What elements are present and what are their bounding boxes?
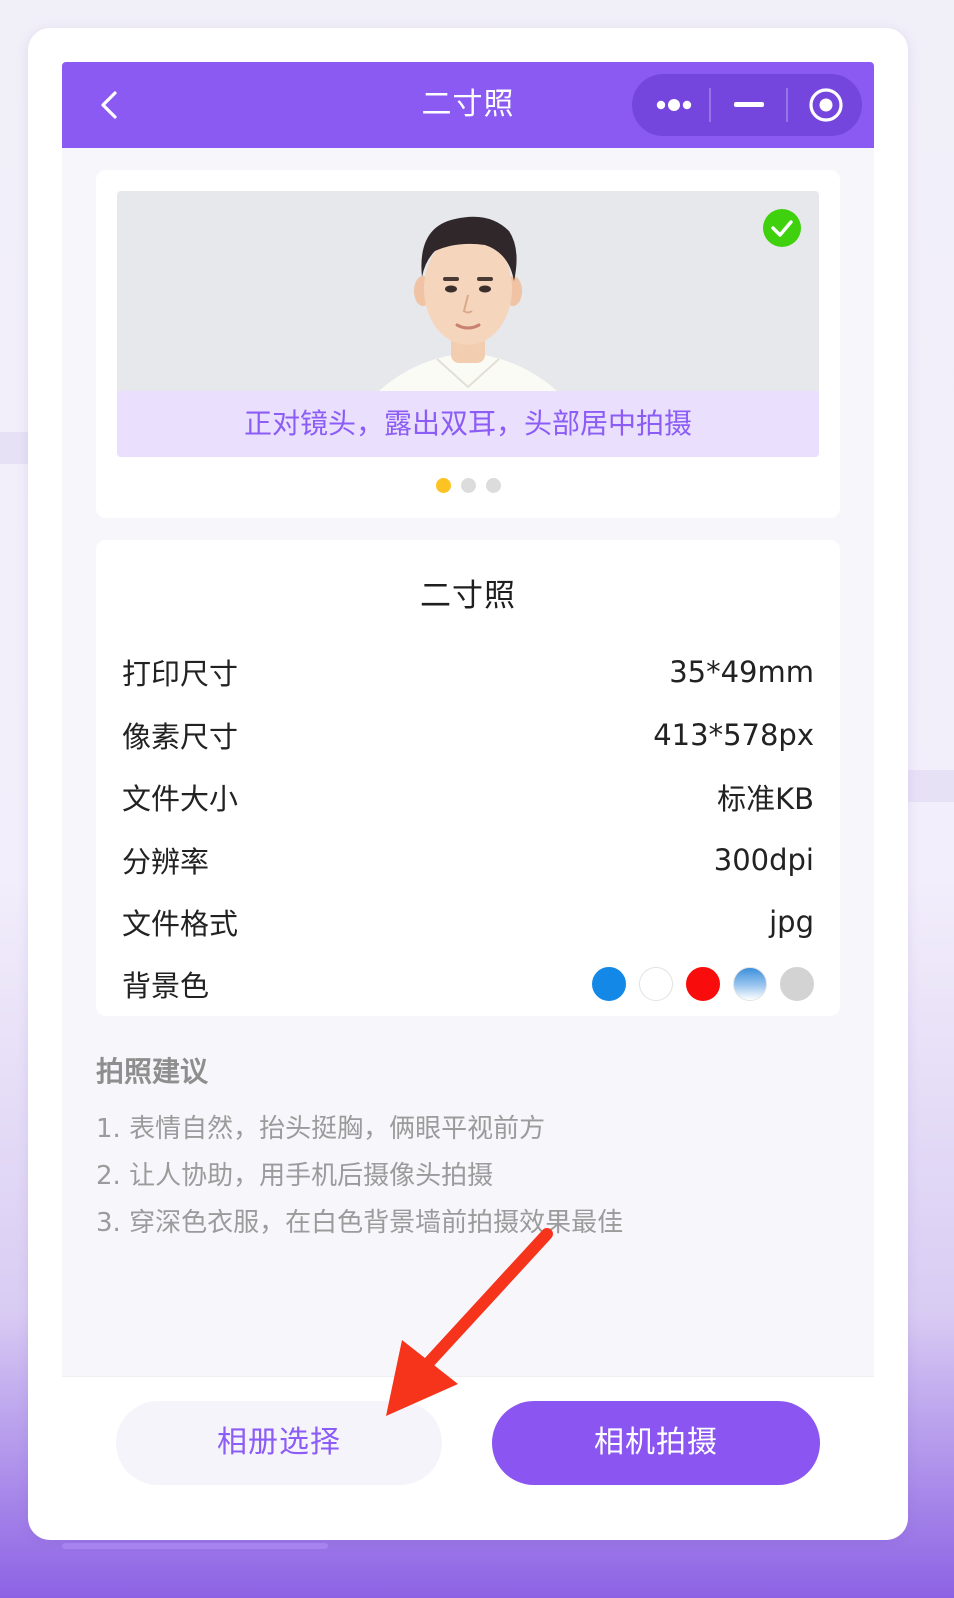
- spec-row-background-color: 背景色: [122, 964, 814, 1004]
- spec-value: jpg: [769, 905, 814, 939]
- spec-value: 标准KB: [717, 782, 814, 816]
- annotation-arrow-icon: [386, 1228, 553, 1416]
- color-swatch-white[interactable]: [639, 967, 673, 1001]
- spec-title: 二寸照: [420, 578, 516, 614]
- spec-label: 分辨率: [122, 845, 210, 879]
- background-color-options: [592, 967, 814, 1001]
- spec-value: 35*49mm: [669, 655, 814, 689]
- spec-label: 像素尺寸: [122, 720, 239, 754]
- carousel-dot[interactable]: [485, 478, 501, 493]
- selected-check-icon: [763, 209, 801, 247]
- color-swatch-blue[interactable]: [592, 967, 626, 1001]
- close-program-button[interactable]: [788, 74, 864, 136]
- carousel-dot-active[interactable]: [435, 478, 451, 493]
- spec-label: 打印尺寸: [122, 657, 239, 691]
- spec-row-resolution: 分辨率 300dpi: [122, 840, 814, 880]
- background-band: [0, 432, 28, 464]
- more-dots-icon: [656, 99, 692, 111]
- color-swatch-gradient-blue[interactable]: [733, 967, 767, 1001]
- minimize-button[interactable]: [711, 74, 787, 136]
- spec-card: 二寸照 打印尺寸 35*49mm 像素尺寸 413*578px 文件大小 标准K…: [96, 540, 840, 1016]
- background-band: [908, 770, 954, 802]
- spec-row-print-size: 打印尺寸 35*49mm: [122, 652, 814, 692]
- tips-title: 拍照建议: [96, 1055, 209, 1088]
- spec-label: 文件格式: [122, 907, 239, 941]
- spec-label: 背景色: [122, 969, 210, 1003]
- preview-card: 正对镜头，露出双耳，头部居中拍摄: [96, 170, 840, 518]
- target-close-icon: [809, 88, 843, 122]
- color-swatch-red[interactable]: [686, 967, 720, 1001]
- minimize-icon: [734, 102, 764, 107]
- carousel-indicator: [96, 478, 840, 493]
- tip-item: 1. 表情自然，抬头挺胸，俩眼平视前方: [96, 1114, 546, 1144]
- spec-value: 300dpi: [713, 843, 814, 877]
- home-indicator: [62, 1543, 328, 1549]
- color-swatch-gray[interactable]: [780, 967, 814, 1001]
- spec-row-pixel-size: 像素尺寸 413*578px: [122, 715, 814, 755]
- spec-row-file-format: 文件格式 jpg: [122, 902, 814, 942]
- navigation-bar: 二寸照: [62, 62, 874, 148]
- tip-item: 2. 让人协助，用手机后摄像头拍摄: [96, 1161, 494, 1191]
- mini-program-window: 二寸照 正对镜头，露出双耳，头部居中拍摄 二寸照 打印尺寸 35*49mm 像素…: [62, 62, 874, 1506]
- photo-caption: 正对镜头，露出双耳，头部居中拍摄: [117, 391, 819, 457]
- more-options-button[interactable]: [636, 74, 712, 136]
- sample-photo-carousel[interactable]: 正对镜头，露出双耳，头部居中拍摄: [117, 191, 819, 457]
- carousel-dot[interactable]: [460, 478, 476, 493]
- spec-value: 413*578px: [653, 718, 814, 752]
- capsule-menu: [632, 74, 862, 136]
- spec-label: 文件大小: [122, 782, 239, 816]
- spec-row-file-size: 文件大小 标准KB: [122, 777, 814, 817]
